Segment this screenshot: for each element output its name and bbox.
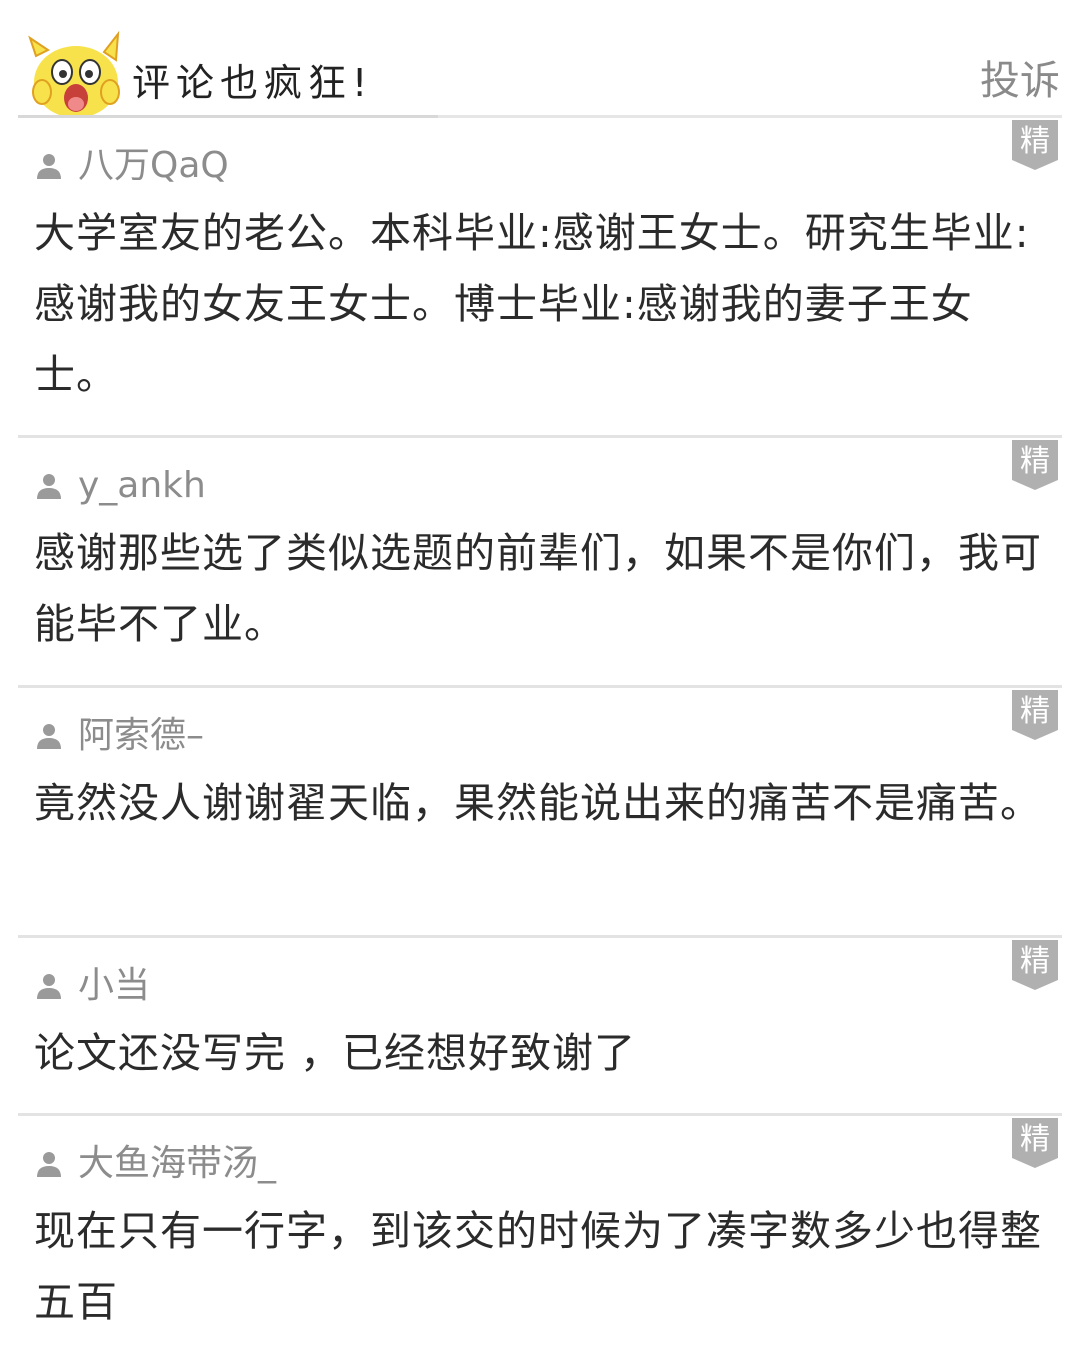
comments-header: 评论也疯狂! 投诉 — [0, 0, 1080, 118]
comment-item: 阿索德– 精 竟然没人谢谢翟天临，果然能说出来的痛苦不是痛苦。 — [18, 688, 1062, 938]
username[interactable]: 大鱼海带汤_ — [78, 1142, 276, 1186]
featured-badge: 精 — [1012, 440, 1058, 490]
username[interactable]: 八万QaQ — [78, 144, 229, 188]
featured-badge-label: 精 — [1020, 944, 1050, 979]
comment-author: 阿索德– — [34, 714, 204, 758]
mascot-icon — [28, 30, 120, 118]
comment-text: 大学室友的老公。本科毕业:感谢王女士。研究生毕业:感谢我的女友王女士。博士毕业:… — [34, 209, 1030, 399]
comment-text: 感谢那些选了类似选题的前辈们，如果不是你们，我可能毕不了业。 — [34, 529, 1042, 648]
user-icon — [37, 154, 61, 179]
comment-author: 大鱼海带汤_ — [34, 1142, 276, 1186]
report-button[interactable]: 投诉 — [980, 48, 1060, 106]
username[interactable]: 阿索德– — [78, 714, 204, 758]
username[interactable]: y_ankh — [78, 464, 206, 508]
comment-text: 论文还没写完 ，已经想好致谢了 — [34, 1029, 637, 1077]
comment-text: 竟然没人谢谢翟天临，果然能说出来的痛苦不是痛苦。 — [34, 779, 1042, 827]
user-icon — [37, 1152, 61, 1177]
comment-author: y_ankh — [34, 464, 206, 508]
featured-badge-label: 精 — [1020, 444, 1050, 479]
comment-author: 八万QaQ — [34, 144, 229, 188]
comment-text: 现在只有一行字，到该交的时候为了凑字数多少也得整五百 — [34, 1207, 1042, 1326]
header-title: 评论也疯狂! — [132, 61, 374, 105]
featured-badge: 精 — [1012, 690, 1058, 740]
comment-item: 小当 精 论文还没写完 ，已经想好致谢了 — [18, 938, 1062, 1116]
username[interactable]: 小当 — [78, 964, 150, 1008]
comment-author: 小当 — [34, 964, 150, 1008]
featured-badge-label: 精 — [1020, 124, 1050, 159]
featured-badge-label: 精 — [1020, 1122, 1050, 1157]
user-icon — [37, 474, 61, 499]
featured-badge: 精 — [1012, 120, 1058, 170]
featured-badge: 精 — [1012, 940, 1058, 990]
comment-item: y_ankh 精 感谢那些选了类似选题的前辈们，如果不是你们，我可能毕不了业。 — [18, 438, 1062, 688]
featured-badge-label: 精 — [1020, 694, 1050, 729]
user-icon — [37, 974, 61, 999]
comment-item: 大鱼海带汤_ 精 现在只有一行字，到该交的时候为了凑字数多少也得整五百 — [18, 1116, 1062, 1347]
featured-badge: 精 — [1012, 1118, 1058, 1168]
user-icon — [37, 724, 61, 749]
comment-item: 八万QaQ 精 大学室友的老公。本科毕业:感谢王女士。研究生毕业:感谢我的女友王… — [18, 118, 1062, 438]
